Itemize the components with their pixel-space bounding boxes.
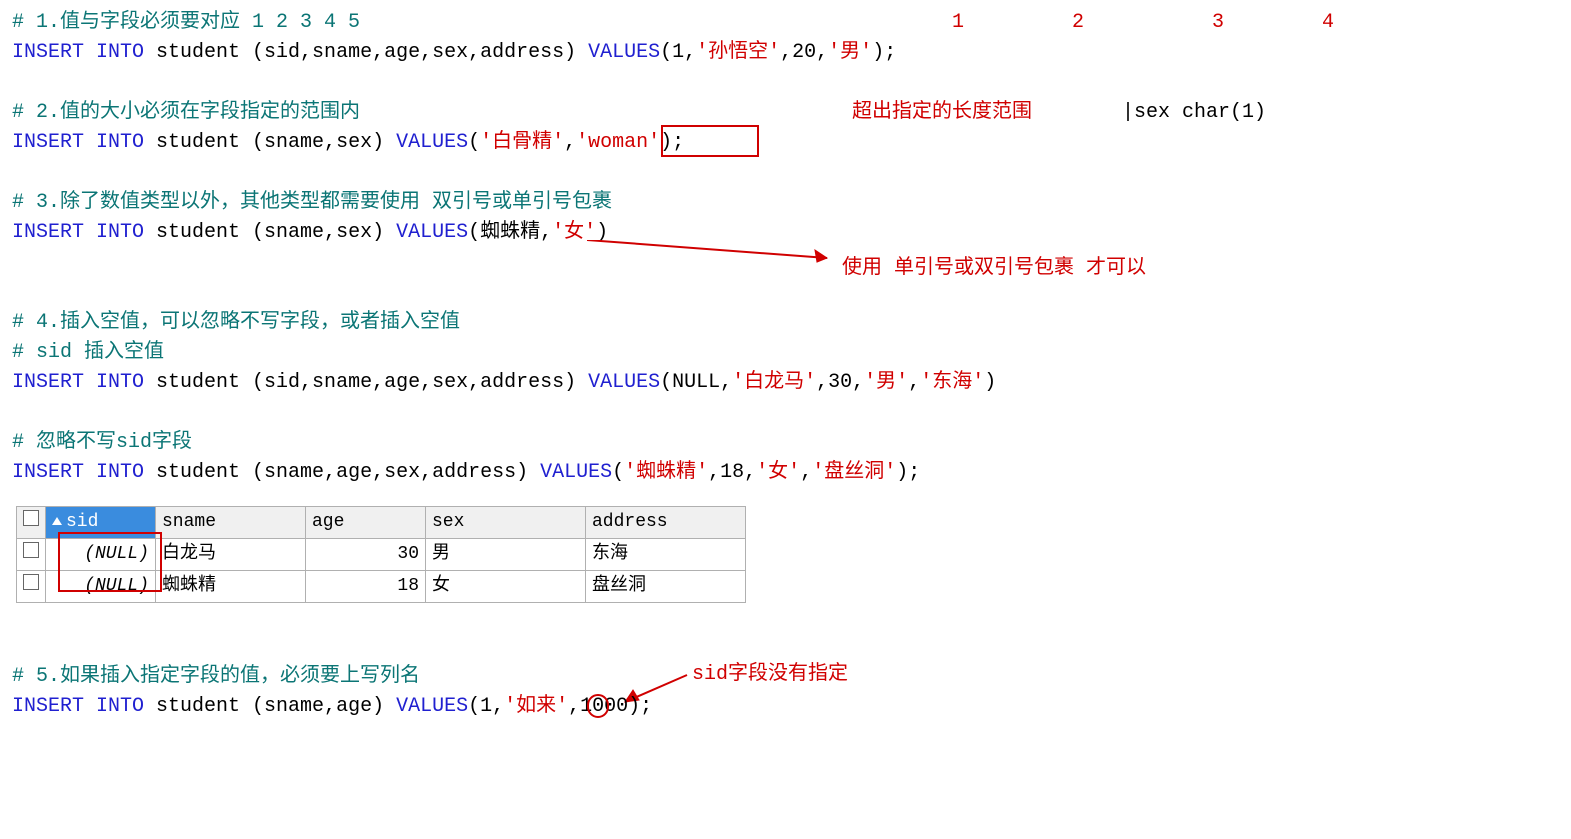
sec5-annot: sid字段没有指定 xyxy=(692,660,848,690)
sec4-c3-line: # 忽略不写sid字段 xyxy=(12,428,1559,458)
table-header-address[interactable]: address xyxy=(586,507,746,539)
sec1-kw2: VALUES xyxy=(588,41,660,64)
sec1-code3: ,20, xyxy=(780,41,828,64)
sec2-redbox xyxy=(661,125,759,157)
sec3-kw1: INSERT INTO xyxy=(12,221,144,244)
sec1-s2: '男' xyxy=(828,41,872,64)
table-null-redbox xyxy=(58,532,162,592)
sec2-kw2: VALUES xyxy=(396,131,468,154)
sec4-code5: ) xyxy=(984,371,996,394)
result-table-wrap: sid sname age sex address (NULL) 白龙马 30 … xyxy=(12,502,746,603)
sec4-code4: , xyxy=(908,371,920,394)
sec1-comment-line: # 1.值与字段必须要对应 1 2 3 4 5 1 2 3 4 xyxy=(12,8,1559,38)
sec5-code1: student (sname,age) xyxy=(144,695,396,718)
sec2-code2: ( xyxy=(468,131,480,154)
cell-age: 30 xyxy=(306,539,426,571)
row-check[interactable] xyxy=(17,539,46,571)
sec1-top-2: 2 xyxy=(1072,8,1084,38)
sec2-cursor: |sex char(1) xyxy=(1122,98,1266,128)
sec5-circle-1 xyxy=(587,694,609,718)
sec1-sql-line: INSERT INTO student (sid,sname,age,sex,a… xyxy=(12,38,1559,68)
sec5-code3: ,1000); xyxy=(568,695,652,718)
checkbox-icon[interactable] xyxy=(23,542,39,558)
cell-address: 东海 xyxy=(586,539,746,571)
table-header-age[interactable]: age xyxy=(306,507,426,539)
sec4-s5: '女' xyxy=(756,461,800,484)
cell-sex: 女 xyxy=(426,571,586,603)
sec3-code2: (蜘蛛精, xyxy=(468,221,552,244)
sec4-kw4: VALUES xyxy=(540,461,612,484)
sec5-sql-line: INSERT INTO student (sname,age) VALUES(1… xyxy=(12,692,1559,722)
sec4-kw2: VALUES xyxy=(588,371,660,394)
sec2-code1: student (sname,sex) xyxy=(144,131,396,154)
sec3-annot-line: 使用 单引号或双引号包裹 才可以 xyxy=(12,248,1559,278)
sec3-comment: # 3.除了数值类型以外，其他类型都需要使用 双引号或单引号包裹 xyxy=(12,191,612,214)
cell-sex: 男 xyxy=(426,539,586,571)
table-header-check[interactable] xyxy=(17,507,46,539)
sec4-code9: , xyxy=(800,461,812,484)
sec4-code8: ,18, xyxy=(708,461,756,484)
sec2-s1: '白骨精' xyxy=(480,131,564,154)
sec4-c2: # sid 插入空值 xyxy=(12,341,164,364)
cell-age: 18 xyxy=(306,571,426,603)
checkbox-icon[interactable] xyxy=(23,574,39,590)
sec2-kw1: INSERT INTO xyxy=(12,131,144,154)
sec1-code4: ); xyxy=(872,41,896,64)
sec2-comment: # 2.值的大小必须在字段指定的范围内 xyxy=(12,101,360,124)
sec1-top-1: 1 xyxy=(952,8,964,38)
cell-sname: 蜘蛛精 xyxy=(156,571,306,603)
sec5-code2: (1, xyxy=(468,695,504,718)
sec3-code1: student (sname,sex) xyxy=(144,221,396,244)
sec2-sql-line: INSERT INTO student (sname,sex) VALUES('… xyxy=(12,128,1559,158)
table-h1: sid xyxy=(66,512,98,532)
sec4-code7: ( xyxy=(612,461,624,484)
sec1-top-4: 4 xyxy=(1322,8,1334,38)
sec4-s2: '男' xyxy=(864,371,908,394)
sec4-code6: student (sname,age,sex,address) xyxy=(144,461,540,484)
sort-up-icon xyxy=(52,517,62,525)
sec4-c1: # 4.插入空值，可以忽略不写字段，或者插入空值 xyxy=(12,311,460,334)
sec4-sql2-line: INSERT INTO student (sname,age,sex,addre… xyxy=(12,458,1559,488)
sec4-kw3: INSERT INTO xyxy=(12,461,144,484)
sec3-annot: 使用 单引号或双引号包裹 才可以 xyxy=(842,254,1146,284)
sec1-top-3: 3 xyxy=(1212,8,1224,38)
table-header-sex[interactable]: sex xyxy=(426,507,586,539)
sec2-s2: 'woman' xyxy=(576,131,660,154)
sec2-annot: 超出指定的长度范围 xyxy=(852,98,1032,128)
sec1-code2: (1, xyxy=(660,41,696,64)
sec4-sql1-line: INSERT INTO student (sid,sname,age,sex,a… xyxy=(12,368,1559,398)
sec4-s6: '盘丝洞' xyxy=(812,461,896,484)
sec4-c1-line: # 4.插入空值，可以忽略不写字段，或者插入空值 xyxy=(12,308,1559,338)
sec4-code1: student (sid,sname,age,sex,address) xyxy=(144,371,588,394)
sec5-kw1: INSERT INTO xyxy=(12,695,144,718)
sec4-kw1: INSERT INTO xyxy=(12,371,144,394)
sec4-s1: '白龙马' xyxy=(732,371,816,394)
sec5-kw2: VALUES xyxy=(396,695,468,718)
sec4-s3: '东海' xyxy=(920,371,984,394)
sec4-c2-line: # sid 插入空值 xyxy=(12,338,1559,368)
row-check[interactable] xyxy=(17,571,46,603)
cell-address: 盘丝洞 xyxy=(586,571,746,603)
sec5-s1: '如来' xyxy=(504,695,568,718)
sec5-comment-line: # 5.如果插入指定字段的值，必须要上写列名 sid字段没有指定 xyxy=(12,662,1559,692)
sec4-c3: # 忽略不写sid字段 xyxy=(12,431,192,454)
sec1-kw1: INSERT INTO xyxy=(12,41,144,64)
sec2-comment-line: # 2.值的大小必须在字段指定的范围内 超出指定的长度范围 |sex char(… xyxy=(12,98,1559,128)
sec3-comment-line: # 3.除了数值类型以外，其他类型都需要使用 双引号或单引号包裹 xyxy=(12,188,1559,218)
table-header-sname[interactable]: sname xyxy=(156,507,306,539)
sec5-comment: # 5.如果插入指定字段的值，必须要上写列名 xyxy=(12,665,420,688)
sec3-sql-line: INSERT INTO student (sname,sex) VALUES(蜘… xyxy=(12,218,1559,248)
sec1-s1: '孙悟空' xyxy=(696,41,780,64)
sec4-code2: (NULL, xyxy=(660,371,732,394)
sec4-code10: ); xyxy=(896,461,920,484)
sec4-s4: '蜘蛛精' xyxy=(624,461,708,484)
sec2-code3: , xyxy=(564,131,576,154)
checkbox-icon[interactable] xyxy=(23,510,39,526)
sec3-kw2: VALUES xyxy=(396,221,468,244)
cell-sname: 白龙马 xyxy=(156,539,306,571)
sec1-comment: # 1.值与字段必须要对应 1 2 3 4 5 xyxy=(12,11,360,34)
sec4-code3: ,30, xyxy=(816,371,864,394)
sec1-code1: student (sid,sname,age,sex,address) xyxy=(144,41,588,64)
